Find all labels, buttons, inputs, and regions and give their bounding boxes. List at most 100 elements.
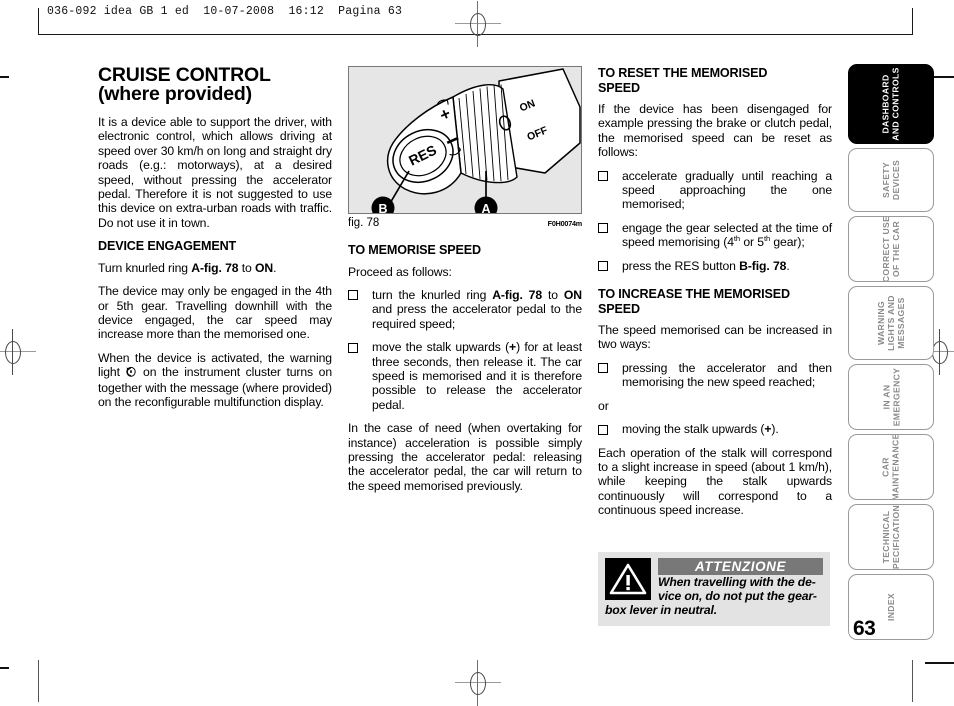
heading-to-memorise-speed: TO MEMORISE SPEED [348, 243, 481, 257]
tab-correct-use-of-the-car[interactable]: CORRECT USE OF THE CAR [848, 216, 934, 282]
fig-reference-b: B-fig. 78 [739, 258, 787, 273]
warning-row: ATTENZIONE When travelling with the de- … [605, 558, 823, 603]
square-bullet-icon [348, 342, 358, 353]
bullet-text-mid: or 5 [740, 235, 764, 250]
fig-reference-a: A-fig. 78 [191, 260, 239, 275]
turn-text-end: . [273, 260, 277, 275]
tab-technical-specifications[interactable]: TECHNICAL SPECIFICATIONS [848, 504, 934, 570]
tab-label: WARNING LIGHTS AND MESSAGES [875, 295, 906, 351]
warning-line-3: box lever in neutral. [605, 603, 717, 618]
figure-cruise-control-stalk: RES + ON OFF B A [348, 66, 582, 214]
print-header-text: 036-092 idea GB 1 ed 10-07-2008 16:12 Pa… [47, 5, 403, 18]
square-bullet-icon [598, 171, 608, 182]
or-connector: or [598, 398, 609, 413]
square-bullet-icon [598, 223, 608, 234]
tab-warning-lights-and-messages[interactable]: WARNING LIGHTS AND MESSAGES [848, 286, 934, 360]
heading-to-increase-memorised-speed: TO INCREASE THE MEMORISED SPEED [598, 287, 832, 316]
paragraph-each-operation: Each operation of the stalk will corresp… [598, 445, 832, 518]
page-title-line2: (where provided) [98, 83, 252, 105]
svg-text:A: A [481, 202, 490, 213]
registration-mark-top-icon [455, 1, 501, 47]
bullet-text: pressing the accelerator and then memori… [622, 360, 832, 390]
heading-reset-line1: TO RESET THE MEMORISED [598, 66, 768, 80]
warning-body: ATTENZIONE When travelling with the de- … [658, 558, 823, 603]
tab-dashboard-and-controls[interactable]: DASHBOARD AND CONTROLS [848, 64, 934, 144]
bullet-text-pre: moving the stalk upwards ( [622, 422, 765, 437]
square-bullet-icon [348, 290, 358, 301]
bullet-text-post: and press the accelerator pedal to the r… [372, 302, 582, 331]
figure-caption-text: fig. 78 [348, 217, 380, 229]
paragraph-proceed: Proceed as follows: [348, 264, 452, 279]
bullet-text-pre: move the stalk upwards ( [372, 340, 510, 355]
increase-speed-list-2: moving the stalk upwards (+). [598, 422, 832, 436]
fig-reference-a: A-fig. 78 [492, 287, 543, 302]
paragraph-gear-engagement: The device may only be engaged in the 4t… [98, 284, 332, 342]
tab-safety-devices[interactable]: SAFETY DEVICES [848, 148, 934, 212]
warning-title: ATTENZIONE [658, 558, 823, 575]
square-bullet-icon [598, 261, 608, 272]
page-title: CRUISE CONTROL (where provided) [98, 65, 332, 105]
heading-to-reset-memorised-speed: TO RESET THE MEMORISED SPEED [598, 66, 832, 95]
list-item: press the RES button B-fig. 78. [598, 259, 832, 273]
paragraph-warning-light: When the device is activated, the warnin… [98, 351, 332, 410]
warning-box: ATTENZIONE When travelling with the de- … [598, 552, 830, 626]
paragraph-reset: If the device has been disengaged for ex… [598, 102, 832, 160]
header-tick-right [912, 8, 913, 35]
bullet-text-post: . [786, 258, 790, 273]
crop-mark-bottom-left [0, 667, 9, 669]
section-tabs: DASHBOARD AND CONTROLS SAFETY DEVICES CORREC… [848, 64, 934, 644]
left-column: CRUISE CONTROL (where provided) It is a … [98, 65, 332, 410]
svg-text:B: B [378, 202, 387, 213]
footer-tick-left [38, 660, 39, 702]
tab-label: SAFETY DEVICES [881, 159, 901, 201]
cruise-control-telltale-icon [125, 366, 137, 380]
bullet-text-post: ). [771, 422, 779, 437]
warning-triangle-icon [605, 558, 651, 600]
figure-caption: fig. 78 F0H0074m [348, 217, 582, 231]
bullet-text-post: gear); [770, 235, 805, 250]
paragraph-turn-knurled-ring: Turn knurled ring A-fig. 78 to ON. [98, 261, 332, 275]
list-item: moving the stalk upwards (+). [598, 422, 832, 436]
warning-text-top: When travelling with the de- vice on, do… [658, 575, 823, 603]
warning-line-2: vice on, do not put the gear- [658, 589, 817, 604]
crop-mark-bottom-right [925, 662, 954, 664]
crop-mark-top-left [0, 76, 9, 78]
tab-label: DASHBOARD AND CONTROLS [881, 67, 901, 141]
tab-label: INDEX [885, 592, 896, 622]
on-label: ON [255, 260, 274, 275]
paragraph-overtaking: In the case of need (when overtaking for… [348, 421, 582, 493]
registration-mark-left-icon [0, 329, 36, 375]
reset-speed-list: accelerate gradually until reaching a sp… [598, 169, 832, 273]
list-item: engage the gear selected at the time of … [598, 221, 832, 250]
turn-text-pre: Turn knurled ring [98, 260, 192, 275]
right-column: TO RESET THE MEMORISED SPEED If the devi… [598, 66, 832, 518]
increase-speed-list-1: pressing the accelerator and then memori… [598, 361, 832, 390]
registration-mark-bottom-icon [455, 660, 501, 706]
bullet-text-pre: press the RES button [622, 258, 740, 273]
square-bullet-icon [598, 363, 608, 374]
list-item: accelerate gradually until reaching a sp… [598, 169, 832, 212]
tab-car-maintenance[interactable]: CAR MAINTENANCE [848, 434, 934, 500]
heading-device-engagement: DEVICE ENGAGEMENT [98, 239, 237, 254]
bullet-text-pre: turn the knurled ring [372, 287, 493, 302]
bullet-text-mid: to [542, 287, 564, 302]
warning-line-1: When travelling with the de- [658, 575, 816, 589]
intro-paragraph: It is a device able to support the drive… [98, 115, 332, 230]
heading-reset-line2: SPEED [598, 80, 640, 95]
tab-label: CORRECT USE OF THE CAR [881, 216, 901, 282]
tab-in-an-emergency[interactable]: IN AN EMERGENCY [848, 364, 934, 430]
heading-increase-line1: TO INCREASE THE MEMORISED [598, 287, 790, 302]
on-label: ON [563, 287, 582, 302]
bullet-text: accelerate gradually until reaching a sp… [622, 168, 832, 212]
list-item: pressing the accelerator and then memori… [598, 361, 832, 390]
memorise-speed-list: turn the knurled ring A-fig. 78 to ON an… [348, 288, 582, 412]
page-number: 63 [853, 617, 876, 640]
list-item: turn the knurled ring A-fig. 78 to ON an… [348, 288, 582, 331]
tab-label: CAR MAINTENANCE [880, 434, 901, 500]
footer-tick-right [912, 660, 913, 702]
tab-label: IN AN EMERGENCY [880, 367, 901, 427]
figure-code: F0H0074m [547, 219, 583, 228]
tab-label: TECHNICAL SPECIFICATIONS [881, 504, 901, 570]
list-item: move the stalk upwards (+) for at least … [348, 340, 582, 412]
middle-column: RES + ON OFF B A fig. 78 F0H0074m TO MEM… [348, 66, 582, 493]
